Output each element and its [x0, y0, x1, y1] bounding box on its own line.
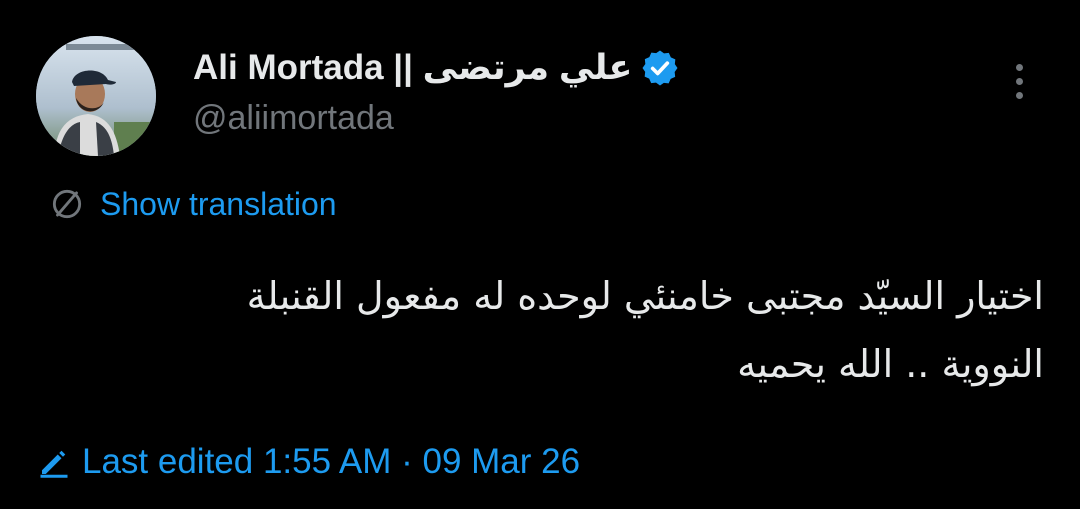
vertical-ellipsis-icon — [1016, 64, 1023, 71]
author-display-name[interactable]: Ali Mortada || علي مرتضى — [193, 44, 632, 92]
tweet-text: اختيار السيّد مجتبى خامنئي لوحده له مفعو… — [246, 274, 1044, 386]
more-options-button[interactable] — [1004, 58, 1036, 106]
avatar[interactable] — [36, 36, 156, 156]
last-edited-label: Last edited 1:55 AM · 09 Mar 26 — [82, 442, 581, 481]
pencil-icon — [40, 450, 68, 478]
verified-badge-icon[interactable] — [640, 48, 680, 88]
vertical-ellipsis-icon — [1016, 78, 1023, 85]
tweet-card: Ali Mortada || علي مرتضى @aliimortada Sh… — [0, 0, 1080, 509]
profile-photo-icon — [36, 36, 156, 156]
show-translation-button[interactable]: Show translation — [48, 180, 337, 228]
show-translation-label: Show translation — [100, 185, 337, 222]
author-handle[interactable]: @aliimortada — [193, 96, 394, 140]
author-name-row[interactable]: Ali Mortada || علي مرتضى — [193, 44, 680, 92]
vertical-ellipsis-icon — [1016, 92, 1023, 99]
last-edited-link[interactable]: Last edited 1:55 AM · 09 Mar 26 — [36, 438, 580, 486]
translate-globe-icon — [52, 189, 82, 219]
